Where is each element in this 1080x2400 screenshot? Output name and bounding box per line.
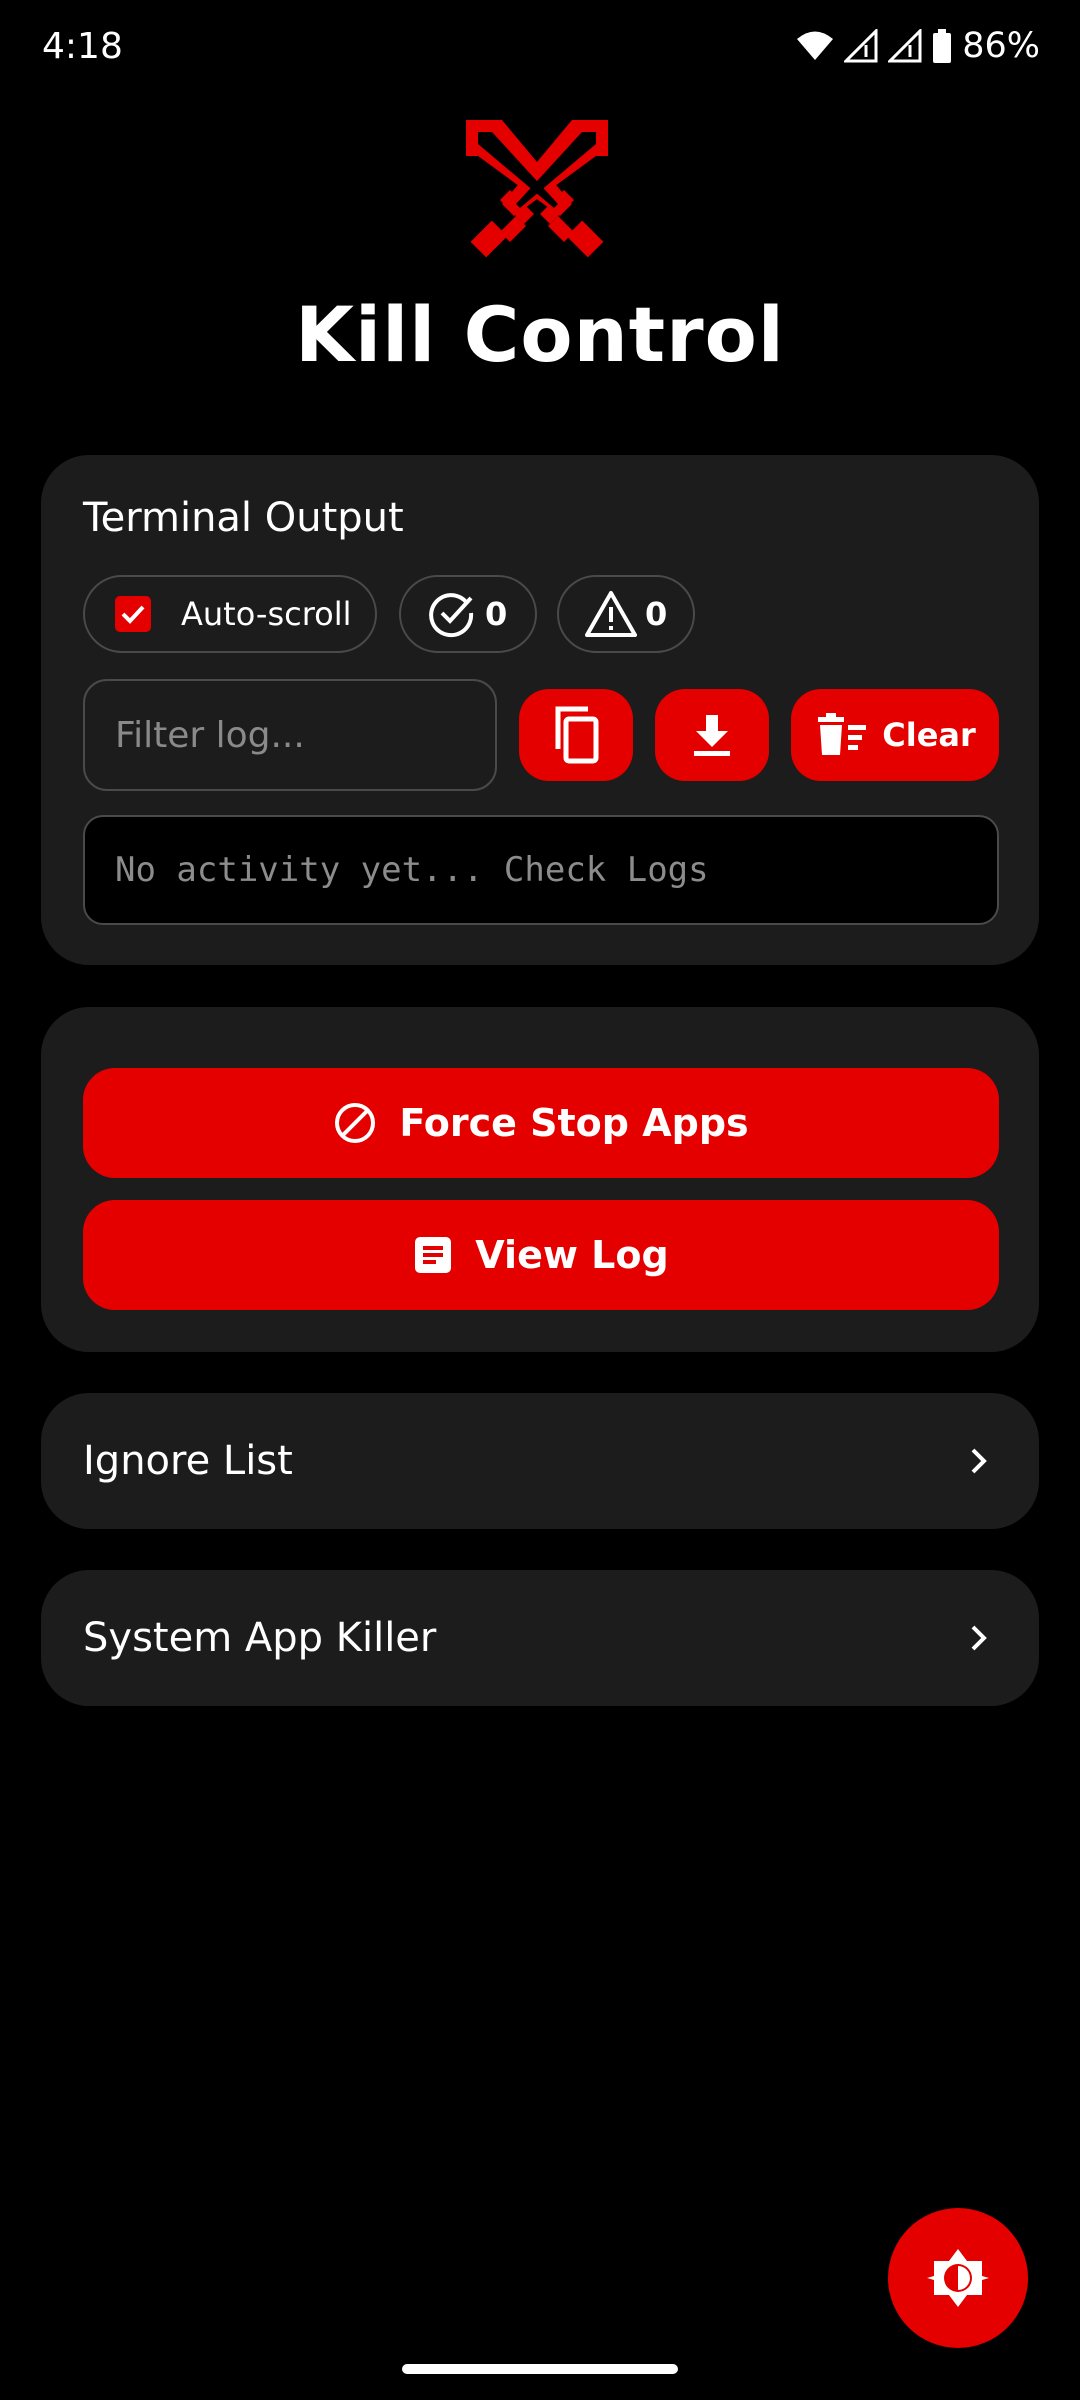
home-indicator[interactable] <box>402 2364 678 2374</box>
copy-button[interactable] <box>519 689 633 781</box>
auto-scroll-toggle[interactable]: Auto-scroll <box>83 575 377 653</box>
success-count-chip[interactable]: 0 <box>399 575 537 653</box>
ignore-list-label: Ignore List <box>83 1438 293 1484</box>
crossed-swords-logo <box>462 116 612 261</box>
check-icon <box>121 605 145 624</box>
log-output: No activity yet... Check Logs <box>83 815 999 925</box>
delete-sweep-icon <box>818 713 867 755</box>
auto-scroll-checkbox[interactable] <box>115 596 151 632</box>
wifi-icon <box>796 30 834 62</box>
block-icon <box>335 1103 376 1143</box>
ignore-list-row[interactable]: Ignore List <box>41 1393 1039 1529</box>
view-log-label: View Log <box>475 1233 669 1277</box>
system-app-killer-label: System App Killer <box>83 1615 437 1661</box>
copy-icon <box>555 706 599 764</box>
log-text: No activity yet... Check Logs <box>115 850 709 890</box>
warning-icon <box>585 590 637 638</box>
terminal-card: Terminal Output Auto-scroll 0 0 Clear No… <box>41 455 1039 965</box>
download-button[interactable] <box>655 689 769 781</box>
status-bar: 4:18 86% <box>0 0 1080 104</box>
article-icon <box>415 1237 452 1273</box>
warning-count-chip[interactable]: 0 <box>557 575 695 653</box>
view-log-button[interactable]: View Log <box>83 1200 999 1310</box>
brightness-icon <box>927 2249 989 2307</box>
status-time: 4:18 <box>42 26 123 67</box>
force-stop-button[interactable]: Force Stop Apps <box>83 1068 999 1178</box>
chevron-right-icon <box>969 1623 989 1653</box>
terminal-title: Terminal Output <box>83 495 404 541</box>
download-icon <box>694 715 730 756</box>
battery-icon <box>932 29 952 63</box>
status-icons: 86% <box>796 26 1040 66</box>
chevron-right-icon <box>969 1446 989 1476</box>
system-app-killer-row[interactable]: System App Killer <box>41 1570 1039 1706</box>
theme-toggle-button[interactable] <box>888 2208 1028 2348</box>
app-title: Kill Control <box>295 290 785 379</box>
signal-icon-2 <box>888 29 922 63</box>
actions-card: Force Stop Apps View Log <box>41 1007 1039 1352</box>
clear-button[interactable]: Clear <box>791 689 999 781</box>
force-stop-label: Force Stop Apps <box>399 1101 749 1145</box>
warning-count: 0 <box>645 595 668 633</box>
battery-percent: 86% <box>962 26 1040 66</box>
signal-icon <box>844 29 878 63</box>
success-count: 0 <box>485 595 508 633</box>
check-circle-icon <box>427 589 477 639</box>
filter-log-input[interactable] <box>83 679 497 791</box>
clear-label: Clear <box>882 716 976 754</box>
auto-scroll-label: Auto-scroll <box>181 595 352 633</box>
